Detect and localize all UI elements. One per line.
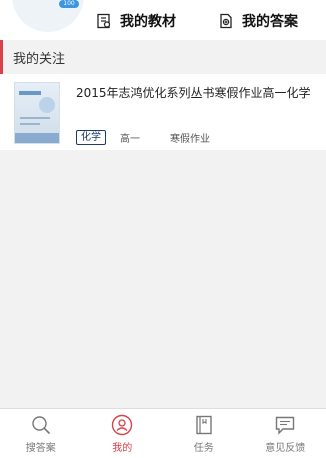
followed-book-card[interactable]: 2015年志鸿优化系列丛书寒假作业高一化学 化学 高一 寒假作业 [0,74,326,150]
nav-label: 搜答案 [25,443,56,454]
nav-label: 意见反馈 [265,443,306,454]
textbook-icon [97,13,111,29]
subject-tag: 化学 [76,130,106,145]
my-textbooks-link[interactable]: 我的教材 [96,10,176,32]
nav-mine[interactable]: 我的 [82,409,164,458]
feedback-icon [276,416,295,435]
my-answers-label: 我的答案 [242,14,298,30]
book-cover [14,82,60,144]
book-tags: 化学 高一 寒假作业 [76,130,210,145]
my-textbooks-label: 我的教材 [120,14,176,30]
section-title: 我的关注 [13,51,66,67]
answer-icon [220,13,232,29]
my-answers-link[interactable]: 我的答案 [218,10,298,32]
type-tag: 寒假作业 [170,134,210,145]
nav-search-answers[interactable]: 搜答案 [0,409,82,458]
user-icon [112,414,133,436]
nav-feedback[interactable]: 意见反馈 [245,409,326,458]
avatar-badge: 100 [59,0,79,8]
my-follows-header: 我的关注 [0,40,326,74]
grade-tag: 高一 [120,134,140,145]
profile-header: 100 我的教材 我的答案 [0,0,326,40]
search-icon [32,416,50,435]
nav-label: 任务 [193,443,214,454]
nav-tasks[interactable]: 任务 [163,409,245,458]
bottom-nav: 搜答案 我的 任务 意见反馈 [0,408,326,458]
task-icon [196,415,212,435]
book-title: 2015年志鸿优化系列丛书寒假作业高一化学 [76,86,311,100]
nav-label: 我的 [112,443,133,454]
